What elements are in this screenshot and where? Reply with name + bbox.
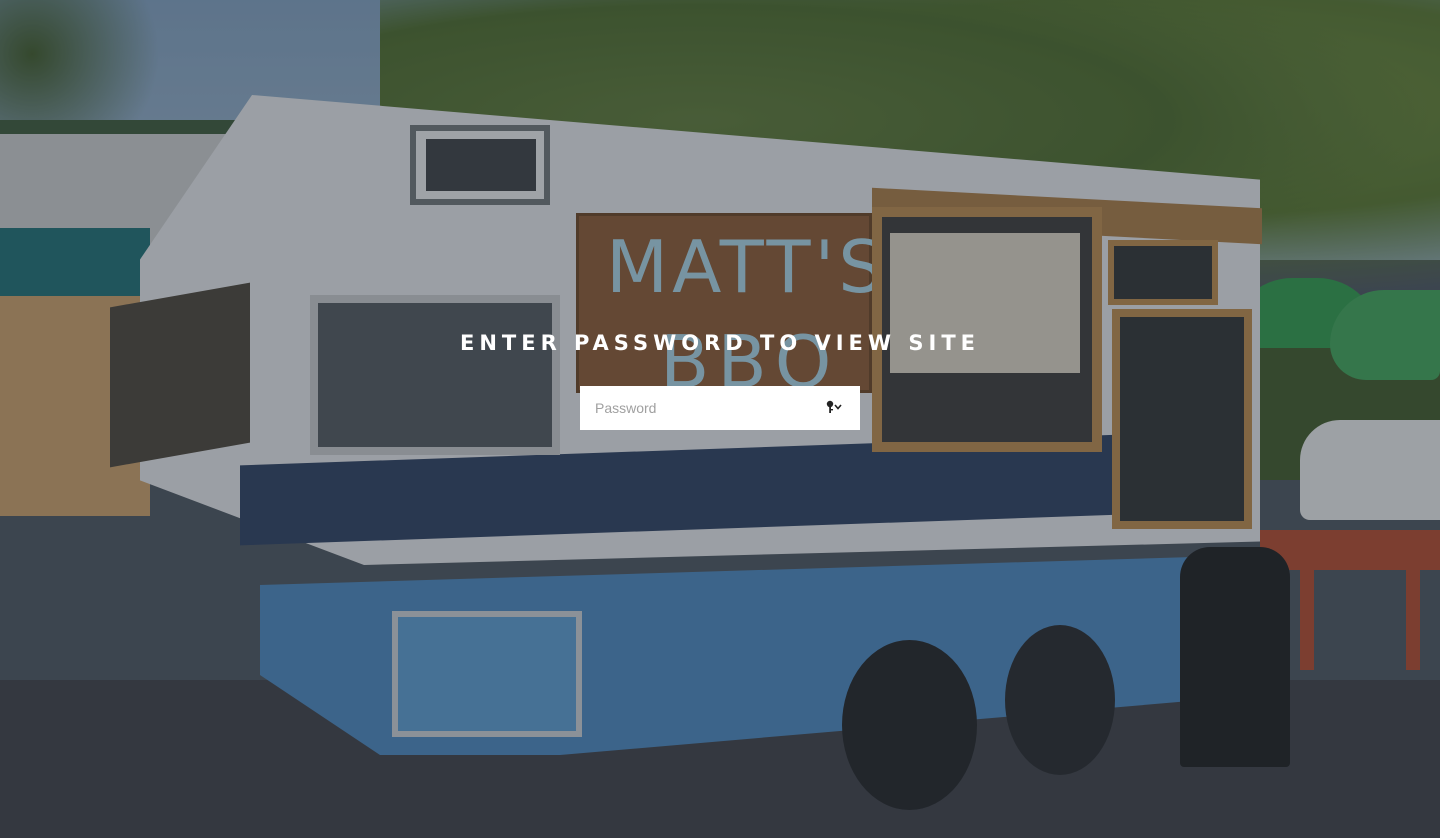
password-input[interactable]	[580, 386, 816, 430]
submit-button[interactable]	[820, 397, 850, 419]
key-dropdown-icon	[826, 400, 842, 413]
password-page: MATT'S BBQ ENTER PASSWORD TO VIEW SITE	[0, 0, 1440, 838]
password-form	[580, 386, 860, 430]
password-heading: ENTER PASSWORD TO VIEW SITE	[459, 331, 980, 355]
